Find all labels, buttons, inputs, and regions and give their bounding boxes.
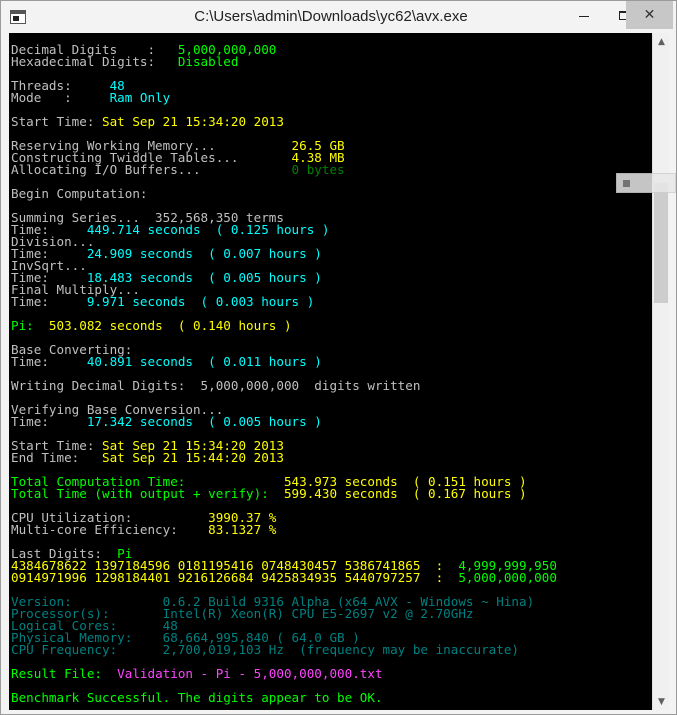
console-text: 5,000,000,000 [458,570,557,585]
console-text: Begin Computation: [11,186,148,201]
console-line: Time: 40.891 seconds ( 0.011 hours ) [11,354,652,369]
console-window: C:\Users\admin\Downloads\yc62\avx.exe ✕ … [0,0,677,715]
minimize-button[interactable] [561,1,606,29]
console-line: CPU Frequency: 2,700,019,103 Hz (frequen… [11,642,652,657]
console-line: Start Time: Sat Sep 21 15:34:20 2013 [11,114,652,129]
console-text: Disabled [177,54,239,69]
console-text: Time: [11,354,87,369]
console-text: 83.1327 % [208,522,277,537]
console-text: 449.714 seconds ( 0.125 hours ) [86,222,330,237]
close-button[interactable]: ✕ [626,1,673,29]
console-text: 24.909 seconds ( 0.007 hours ) [86,246,322,261]
console-line: Time: 24.909 seconds ( 0.007 hours ) [11,246,652,261]
window-title: C:\Users\admin\Downloads\yc62\avx.exe [194,8,468,25]
console-text: Time: [11,294,87,309]
console-line: Benchmark Successful. The digits appear … [11,690,652,705]
console-text: Total Time (with output + verify): [11,486,284,501]
console-text: End Time: [11,450,102,465]
console-line: Pi: 503.082 seconds ( 0.140 hours ) [11,318,652,333]
title-bar[interactable]: C:\Users\admin\Downloads\yc62\avx.exe ✕ [1,1,676,33]
console-text: Benchmark Successful. The digits appear … [11,690,383,705]
console-line: Begin Computation: [11,186,652,201]
console-line: End Time: Sat Sep 21 15:44:20 2013 [11,450,652,465]
console-text: 17.342 seconds ( 0.005 hours ) [86,414,322,429]
console-line: Time: 449.714 seconds ( 0.125 hours ) [11,222,652,237]
side-popup-tab[interactable] [616,173,676,193]
console-line: Mode : Ram Only [11,90,652,105]
console-text: Time: [11,414,87,429]
console-text: Writing Decimal Digits: 5,000,000,000 di… [11,378,421,393]
console-line: Total Time (with output + verify): 599.4… [11,486,652,501]
console-text: Allocating I/O Buffers... [11,162,292,177]
console-text: Pi: [11,318,49,333]
console-text: Validation - Pi - 5,000,000,000.txt [117,666,383,681]
scroll-up-arrow-icon[interactable]: ▲ [653,33,670,50]
console-line: Writing Decimal Digits: 5,000,000,000 di… [11,378,652,393]
console-text: 599.430 seconds ( 0.167 hours ) [283,486,527,501]
console-text: Ram Only [109,90,171,105]
console-line: Time: 17.342 seconds ( 0.005 hours ) [11,414,652,429]
scroll-down-arrow-icon[interactable]: ▼ [653,693,670,710]
console-line: 0914971996 1298184401 9216126684 9425834… [11,570,652,585]
console-line: Time: 9.971 seconds ( 0.003 hours ) [11,294,652,309]
console-text: Start Time: [11,114,102,129]
console-text: 0914971996 1298184401 9216126684 9425834… [11,570,459,585]
console-line: Hexadecimal Digits: Disabled [11,54,652,69]
console-text: Hexadecimal Digits: [11,54,178,69]
console-text: Result File: [11,666,118,681]
console-text: Multi-core Efficiency: [11,522,209,537]
vertical-scrollbar[interactable]: ▲ ▼ [652,33,669,710]
console-text: 0 bytes [291,162,345,177]
console-text: 40.891 seconds ( 0.011 hours ) [86,354,322,369]
console-line: Allocating I/O Buffers... 0 bytes [11,162,652,177]
console-text: Sat Sep 21 15:44:20 2013 [102,450,284,465]
console-line: Result File: Validation - Pi - 5,000,000… [11,666,652,681]
console-text: Mode : [11,90,110,105]
console-icon[interactable] [10,10,26,24]
scrollbar-thumb[interactable] [654,183,668,303]
console-text: CPU Frequency: 2,700,019,103 Hz (frequen… [11,642,519,657]
close-icon: ✕ [643,7,656,23]
console-output[interactable]: Decimal Digits : 5,000,000,000 Hexadecima… [9,33,652,710]
minimize-icon [578,15,589,17]
console-text: Sat Sep 21 15:34:20 2013 [102,114,284,129]
console-text: 503.082 seconds ( 0.140 hours ) [48,318,292,333]
console-text: 9.971 seconds ( 0.003 hours ) [86,294,315,309]
console-line: Multi-core Efficiency: 83.1327 % [11,522,652,537]
